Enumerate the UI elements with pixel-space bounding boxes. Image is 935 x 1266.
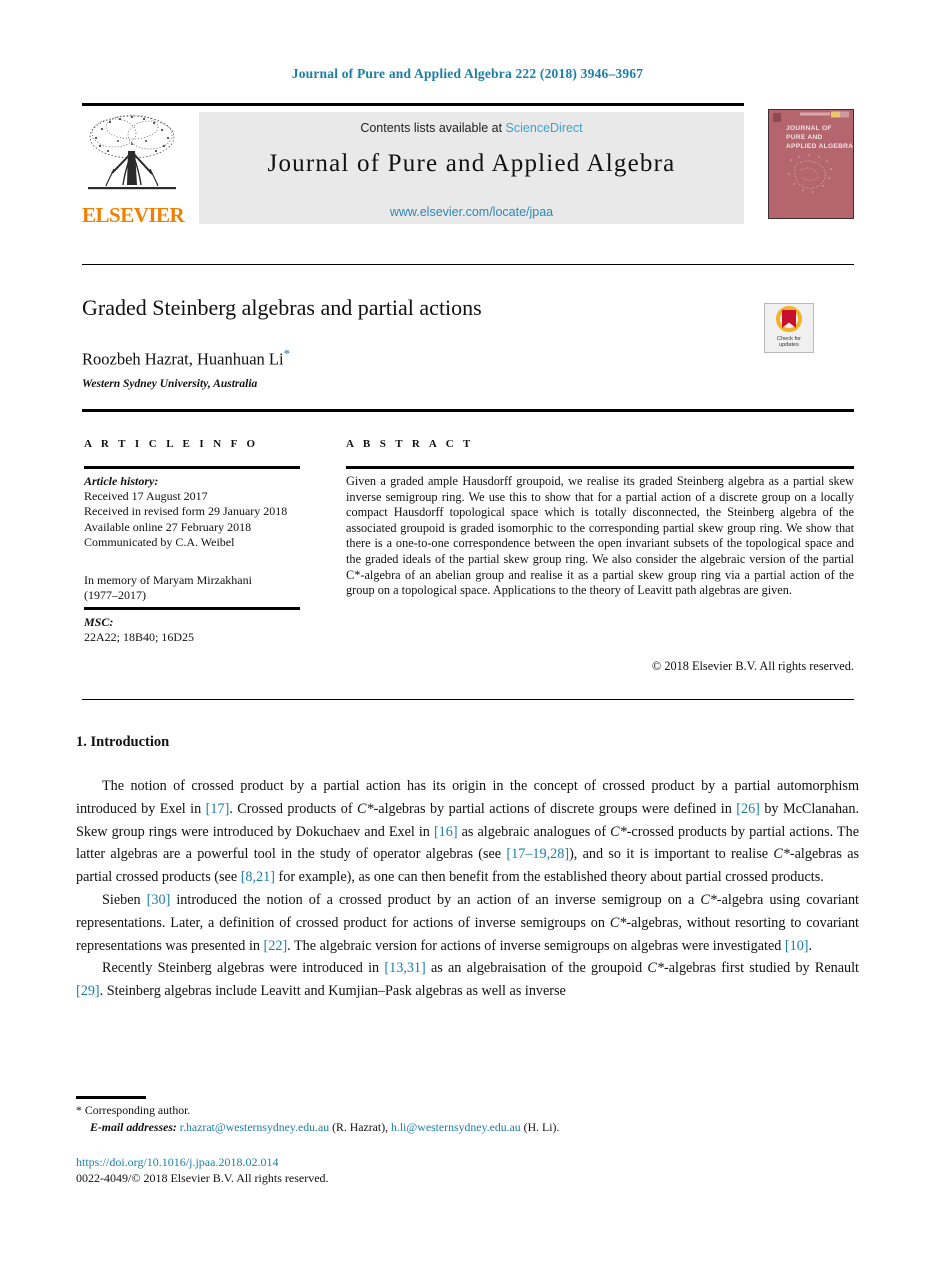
running-head: Journal of Pure and Applied Algebra 222 … [291,66,644,81]
p2-math-2: C* [609,914,627,931]
paragraph-2: Sieben [30] introduced the notion of a c… [76,889,859,957]
email-link-li[interactable]: h.li@westernsydney.edu.au [391,1120,521,1134]
p1-math-1: C* [357,800,374,817]
p1-math-2: C* [610,823,627,840]
msc-codes: 22A22; 18B40; 16D25 [84,630,195,645]
email-label: E-mail addresses: [90,1119,177,1134]
email-addresses-note: E-mail addresses: r.hazrat@westernsydney… [76,1119,859,1136]
citation-30[interactable]: [30] [147,892,171,908]
history-line-communicated: Communicated by C.A. Weibel [84,534,235,549]
memorial-note: In memory of Maryam Mirzakhani (1977–201… [84,573,308,603]
body-text: The notion of crossed product by a parti… [76,775,859,1003]
p1-math-3: C* [773,846,790,863]
info-msc-rule [84,607,300,610]
svg-text:PURE AND: PURE AND [786,134,823,141]
citation-29[interactable]: [29] [76,983,100,999]
info-section-bottom-rule [82,699,854,700]
msc-block: MSC: 22A22; 18B40; 16D25 [84,615,308,645]
citation-22[interactable]: [22] [264,938,288,954]
citation-26[interactable]: [26] [736,801,760,817]
corresponding-author-marker[interactable]: * [284,346,291,361]
abstract-heading: A B S T R A C T [346,438,474,450]
crossmark-label-line1: Check for [777,335,801,342]
elsevier-logo: ELSEVIER [82,111,185,229]
journal-homepage-link[interactable]: www.elsevier.com/locate/jpaa [199,205,744,219]
corresponding-marker: * [76,1103,82,1117]
page-title: Graded Steinberg algebras and partial ac… [82,295,482,320]
p1-i: for example), as one can then benefit fr… [274,869,824,886]
citation-17-19-28[interactable]: [17–19,28] [506,846,569,862]
section-heading-introduction: 1. Introduction [76,734,170,750]
citation-10[interactable]: [10] [785,938,809,954]
p3-d: . Steinberg algebras include Leavitt and… [99,983,566,1000]
p1-e: as algebraic analogues of [457,823,611,840]
abstract-text: Given a graded ample Hausdorff groupoid,… [346,474,854,598]
svg-text:APPLIED ALGEBRA: APPLIED ALGEBRA [786,143,853,150]
doi-link[interactable]: https://doi.org/10.1016/j.jpaa.2018.02.0… [76,1155,278,1170]
article-info-heading: A R T I C L E I N F O [84,438,259,450]
paragraph-3: Recently Steinberg algebras were introdu… [76,957,859,1003]
contents-bar: Contents lists available at ScienceDirec… [199,112,744,224]
abstract-copyright: © 2018 Elsevier B.V. All rights reserved… [651,659,854,673]
journal-title: Journal of Pure and Applied Algebra [267,150,676,177]
title-separator-rule [82,264,854,265]
p1-b: . Crossed products of [229,800,357,817]
info-column-rule [84,466,300,469]
history-line-revised: Received in revised form 29 January 2018 [84,504,288,519]
paragraph-1: The notion of crossed product by a parti… [76,775,859,889]
msc-label: MSC: [84,615,114,629]
author-list: Roozbeh Hazrat, Huanhuan Li* [82,346,702,370]
contents-prefix: Contents lists available at [360,121,506,135]
email-owner-li: (H. Li). [523,1119,560,1134]
masthead-top-rule [82,103,744,106]
email-owner-hazrat: (R. Hazrat), [332,1119,389,1134]
journal-masthead: ELSEVIER Contents lists available at Sci… [82,103,854,228]
elsevier-tree-icon [84,111,180,199]
elsevier-wordmark: ELSEVIER [82,203,185,227]
info-section-top-rule [82,409,854,412]
email-link-hazrat[interactable]: r.hazrat@westernsydney.edu.au [180,1120,329,1134]
history-line-online: Available online 27 February 2018 [84,519,252,534]
history-line-received: Received 17 August 2017 [84,489,208,504]
citation-8-21[interactable]: [8,21] [241,869,275,885]
citation-17[interactable]: [17] [206,801,230,817]
p2-b: introduced the notion of a crossed produ… [170,891,701,908]
abstract-column-rule [346,466,854,469]
citation-13-31[interactable]: [13,31] [384,960,425,976]
memorial-line-2: (1977–2017) [84,588,146,603]
p3-a: Recently Steinberg algebras were introdu… [102,960,385,977]
affiliation: Western Sydney University, Australia [82,378,258,390]
memorial-line-1: In memory of Maryam Mirzakhani [84,573,252,587]
p2-e: . The algebraic version for actions of i… [287,937,785,954]
p3-math-1: C* [647,960,664,977]
crossmark-label: Check for updates [765,336,813,349]
article-history: Article history: Received 17 August 2017… [84,474,308,550]
p1-g: ), and so it is important to realise [569,846,774,863]
paper-page: Journal of Pure and Applied Algebra 222 … [0,0,935,1266]
issn-copyright-line: 0022-4049/© 2018 Elsevier B.V. All right… [76,1171,329,1185]
contents-available-line: Contents lists available at ScienceDirec… [199,121,744,135]
p3-c: -algebras first studied by Renault [663,960,859,977]
p2-a: Sieben [102,891,147,908]
p2-f: . [808,937,813,954]
footnote-block: * Corresponding author. E-mail addresses… [76,1102,859,1135]
p2-math-1: C* [700,891,717,908]
corresponding-text: Corresponding author. [84,1103,191,1117]
sciencedirect-link[interactable]: ScienceDirect [506,121,583,135]
citation-16[interactable]: [16] [434,824,458,840]
article-history-label: Article history: [84,474,159,488]
p1-c: -algebras by partial actions of discrete… [373,800,737,817]
crossmark-label-line2: updates [779,342,799,349]
footnote-rule [76,1096,146,1099]
journal-cover-thumbnail[interactable]: JOURNAL OF PURE AND APPLIED ALGEBRA [768,109,854,219]
p3-b: as an algebraisation of the groupoid [425,960,648,977]
svg-text:JOURNAL OF: JOURNAL OF [786,125,832,132]
crossmark-badge[interactable]: Check for updates [764,303,814,353]
author-names: Roozbeh Hazrat, Huanhuan Li [82,349,284,369]
corresponding-author-note: * Corresponding author. [76,1102,859,1119]
